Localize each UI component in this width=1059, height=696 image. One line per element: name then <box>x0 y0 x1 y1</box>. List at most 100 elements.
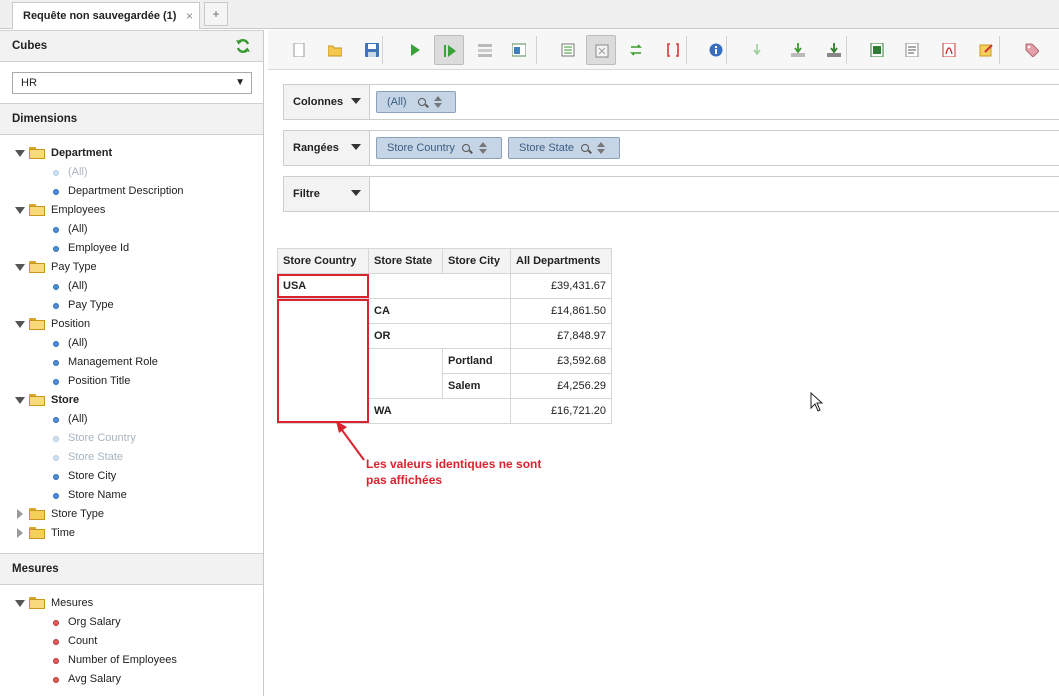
filter-search-icon[interactable] <box>581 144 589 152</box>
drill-down-button[interactable] <box>742 35 772 65</box>
tree-item-store-state[interactable]: Store State <box>0 448 262 467</box>
header-store-city[interactable]: Store City <box>442 248 511 274</box>
tree-item-time[interactable]: Time <box>0 524 262 543</box>
tree-item-department-description[interactable]: Department Description <box>0 182 262 201</box>
edit-button[interactable] <box>971 35 1001 65</box>
cell-value: £3,592.68 <box>510 348 612 374</box>
tree-item-avg-salary[interactable]: Avg Salary <box>0 670 262 689</box>
cube-select[interactable]: HR ▼ <box>12 72 252 94</box>
tree-item-management-role[interactable]: Management Role <box>0 353 262 372</box>
add-tab-button[interactable]: + <box>204 2 228 26</box>
rows-zone[interactable]: Rangées Store Country Store State <box>283 130 1059 166</box>
header-store-country[interactable]: Store Country <box>277 248 369 274</box>
tree-item-label: Count <box>68 635 98 647</box>
tree-item-all[interactable]: (All) <box>0 220 262 239</box>
tab-unsaved-query[interactable]: Requête non sauvegardée (1) × <box>12 2 200 29</box>
tree-item-number-of-employees[interactable]: Number of Employees <box>0 651 262 670</box>
filter-search-icon[interactable] <box>462 144 470 152</box>
filter-zone[interactable]: Filtre <box>283 176 1059 212</box>
cell-state[interactable]: CA <box>368 298 511 324</box>
tree-item-all[interactable]: (All) <box>0 163 262 182</box>
tree-item-store[interactable]: Store <box>0 391 262 410</box>
zoom-mode-button[interactable] <box>586 35 616 65</box>
non-empty-button[interactable] <box>553 35 583 65</box>
tree-item-employees[interactable]: Employees <box>0 201 262 220</box>
columns-zone[interactable]: Colonnes (All) <box>283 84 1059 120</box>
tree-item-pay-type[interactable]: Pay Type <box>0 258 262 277</box>
refresh-icon[interactable] <box>235 38 251 54</box>
level-dot-icon <box>53 379 59 385</box>
export-pdf-button[interactable] <box>934 35 964 65</box>
hide-parents-button[interactable] <box>470 35 500 65</box>
header-store-state[interactable]: Store State <box>368 248 443 274</box>
tree-item-department[interactable]: Department <box>0 144 262 163</box>
tag-button[interactable] <box>1017 35 1047 65</box>
cell-city[interactable]: Portland <box>442 348 511 374</box>
filter-label: Filtre <box>293 188 320 200</box>
tree-item-store-country[interactable]: Store Country <box>0 429 262 448</box>
sort-icon[interactable] <box>597 142 605 156</box>
run-query-button[interactable] <box>400 35 430 65</box>
export-all-button[interactable] <box>819 35 849 65</box>
expanded-triangle-icon[interactable] <box>15 600 25 607</box>
export-csv-button[interactable] <box>897 35 927 65</box>
filter-search-icon[interactable] <box>418 98 426 106</box>
export-csv-icon <box>905 43 919 57</box>
cell-value: £4,256.29 <box>510 373 612 399</box>
mdx-editor-button[interactable] <box>658 35 688 65</box>
expanded-triangle-icon[interactable] <box>15 207 25 214</box>
open-button[interactable] <box>320 35 350 65</box>
tree-item-store-type[interactable]: Store Type <box>0 505 262 524</box>
tree-item-store-city[interactable]: Store City <box>0 467 262 486</box>
folder-icon <box>29 527 45 539</box>
header-all-departments[interactable]: All Departments <box>510 248 612 274</box>
zoom-mode-icon <box>595 44 609 58</box>
tree-item-pay-type[interactable]: Pay Type <box>0 296 262 315</box>
expanded-triangle-icon[interactable] <box>15 321 25 328</box>
tree-item-all[interactable]: (All) <box>0 410 262 429</box>
columns-zone-header[interactable]: Colonnes <box>284 85 370 119</box>
tree-item-employee-id[interactable]: Employee Id <box>0 239 262 258</box>
show-mdx-button[interactable] <box>504 35 534 65</box>
close-tab-icon[interactable]: × <box>186 9 193 23</box>
expanded-triangle-icon[interactable] <box>15 397 25 404</box>
cell-state[interactable]: OR <box>368 323 511 349</box>
level-dot-icon <box>53 189 59 195</box>
cell-state[interactable]: WA <box>368 398 511 424</box>
new-query-button[interactable] <box>284 35 314 65</box>
tree-item-org-salary[interactable]: Org Salary <box>0 613 262 632</box>
swap-axes-button[interactable] <box>621 35 651 65</box>
level-dot-icon <box>53 455 59 461</box>
tree-item-all[interactable]: (All) <box>0 334 262 353</box>
sort-icon[interactable] <box>479 142 487 156</box>
sort-icon[interactable] <box>434 96 442 110</box>
pill-store-state[interactable]: Store State <box>508 137 620 159</box>
pill-store-country[interactable]: Store Country <box>376 137 502 159</box>
cell-city[interactable]: Salem <box>442 373 511 399</box>
expanded-triangle-icon[interactable] <box>15 150 25 157</box>
collapsed-triangle-icon[interactable] <box>17 509 23 519</box>
tree-item-count[interactable]: Count <box>0 632 262 651</box>
tree-item-position-title[interactable]: Position Title <box>0 372 262 391</box>
collapsed-triangle-icon[interactable] <box>17 528 23 538</box>
export-button[interactable] <box>783 35 813 65</box>
new-query-icon <box>293 43 305 57</box>
expanded-triangle-icon[interactable] <box>15 264 25 271</box>
export-excel-button[interactable] <box>862 35 892 65</box>
tree-item-all[interactable]: (All) <box>0 277 262 296</box>
tab-label: Requête non sauvegardée (1) <box>23 10 177 22</box>
pill-columns-all[interactable]: (All) <box>376 91 456 113</box>
tree-item-position[interactable]: Position <box>0 315 262 334</box>
measures-title: Mesures <box>12 563 59 575</box>
filter-zone-header[interactable]: Filtre <box>284 177 370 211</box>
tree-item-mesures[interactable]: Mesures <box>0 594 262 613</box>
caret-down-icon[interactable] <box>351 144 361 150</box>
folder-open-icon <box>29 204 45 216</box>
auto-execute-button[interactable] <box>434 35 464 65</box>
rows-zone-header[interactable]: Rangées <box>284 131 370 165</box>
tree-item-store-name[interactable]: Store Name <box>0 486 262 505</box>
caret-down-icon[interactable] <box>351 98 361 104</box>
folder-open-icon <box>29 394 45 406</box>
pill-label: Store Country <box>387 142 455 154</box>
caret-down-icon[interactable] <box>351 190 361 196</box>
